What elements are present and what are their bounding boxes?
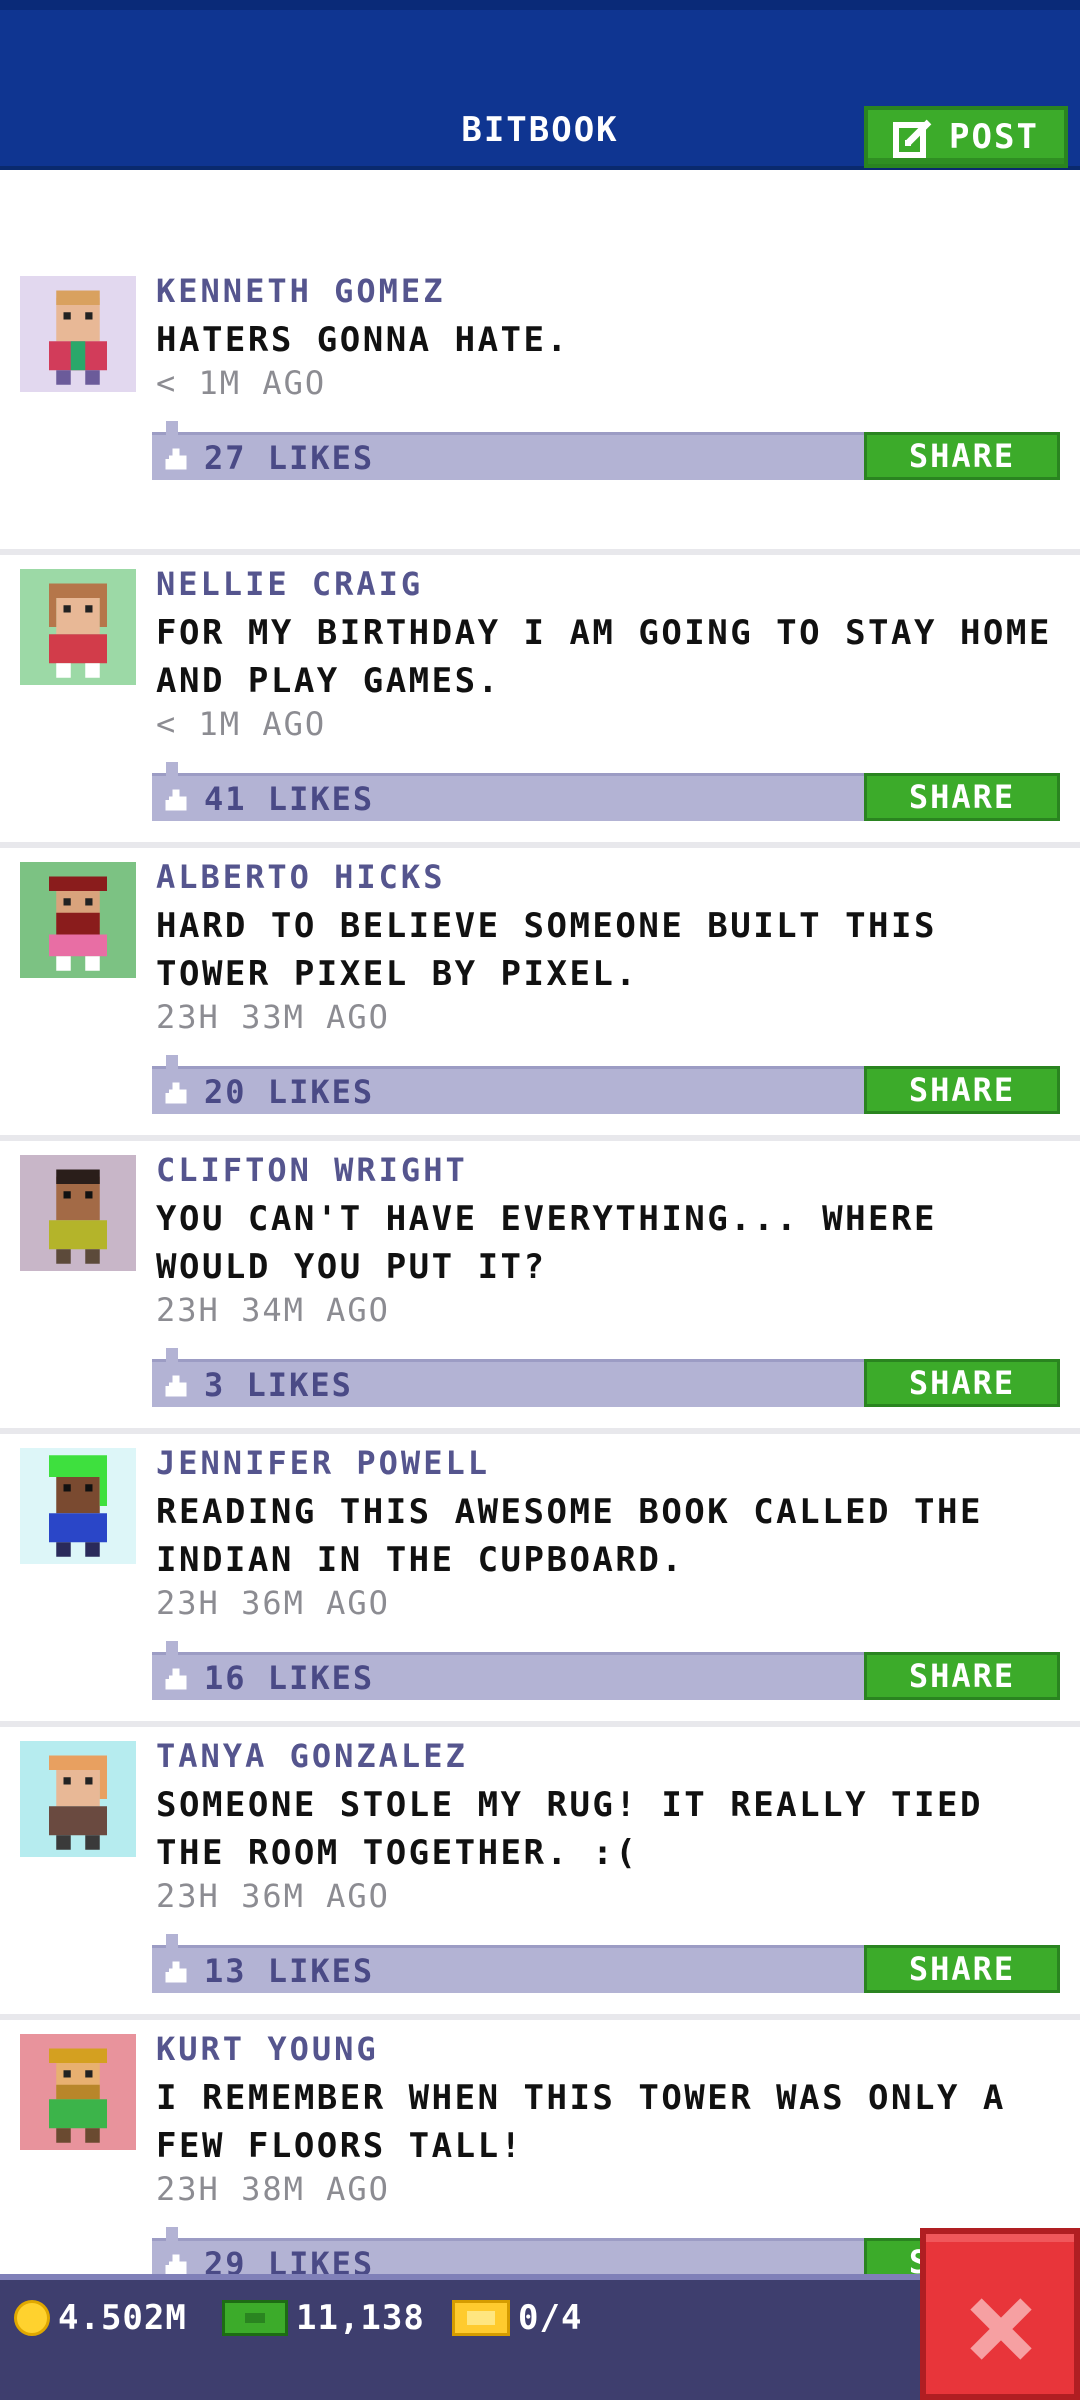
avatar-portrait	[20, 569, 136, 685]
ticket-icon	[452, 2300, 510, 2336]
post-author[interactable]: KURT YOUNG	[156, 2030, 379, 2068]
close-button[interactable]	[920, 2228, 1080, 2400]
avatar[interactable]	[20, 1155, 136, 1271]
post-button[interactable]: POST	[864, 106, 1068, 168]
post-author[interactable]: TANYA GONZALEZ	[156, 1737, 468, 1775]
likes-bar: 20 LIKES SHARE	[152, 1055, 1060, 1114]
likes-bar-tab	[166, 421, 178, 435]
thumbs-up-icon	[165, 448, 187, 470]
thumbs-up-icon	[165, 789, 187, 811]
post-text: HATERS GONNA HATE.	[156, 320, 570, 360]
post-timestamp: < 1M AGO	[156, 705, 327, 743]
post-text: YOU CAN'T HAVE EVERYTHING... WHERE WOULD…	[156, 1199, 937, 1287]
likes-bar: 16 LIKES SHARE	[152, 1641, 1060, 1700]
post-author[interactable]: CLIFTON WRIGHT	[156, 1151, 468, 1189]
likes-count: 41 LIKES	[204, 780, 375, 818]
avatar-portrait	[20, 1448, 136, 1564]
avatar[interactable]	[20, 862, 136, 978]
likes-count: 16 LIKES	[204, 1659, 375, 1697]
post-timestamp: 23H 38M AGO	[156, 2170, 390, 2208]
thumbs-up-icon	[165, 1961, 187, 1983]
feed-post: ALBERTO HICKS HARD TO BELIEVE SOMEONE BU…	[0, 848, 1080, 1141]
avatar[interactable]	[20, 1448, 136, 1564]
avatar-portrait	[20, 1741, 136, 1857]
post-author[interactable]: KENNETH GOMEZ	[156, 272, 445, 310]
likes-bar-tab	[166, 1348, 178, 1362]
post-text: FOR MY BIRTHDAY I AM GOING TO STAY HOME …	[156, 613, 1052, 701]
thumbs-up-icon	[165, 1082, 187, 1104]
share-button[interactable]: SHARE	[864, 1066, 1060, 1114]
bux-icon	[222, 2300, 288, 2336]
share-button[interactable]: SHARE	[864, 432, 1060, 480]
post-timestamp: < 1M AGO	[156, 364, 327, 402]
currency-bar: 4.502M 11,138 0/4	[0, 2274, 1080, 2400]
likes-bar: 41 LIKES SHARE	[152, 762, 1060, 821]
coins-value: 4.502M	[58, 2298, 187, 2338]
coins-stat: 4.502M	[14, 2298, 187, 2338]
share-button[interactable]: SHARE	[864, 773, 1060, 821]
post-button-label: POST	[949, 117, 1039, 157]
edit-icon	[893, 119, 932, 158]
post-timestamp: 23H 36M AGO	[156, 1877, 390, 1915]
avatar-portrait	[20, 276, 136, 392]
avatar[interactable]	[20, 569, 136, 685]
share-button[interactable]: SHARE	[864, 1652, 1060, 1700]
tickets-stat: 0/4	[452, 2298, 582, 2338]
thumbs-up-icon	[165, 1375, 187, 1397]
post-author[interactable]: ALBERTO HICKS	[156, 858, 445, 896]
post-timestamp: 23H 34M AGO	[156, 1291, 390, 1329]
share-button[interactable]: SHARE	[864, 1945, 1060, 1993]
post-timestamp: 23H 33M AGO	[156, 998, 390, 1036]
post-text: READING THIS AWESOME BOOK CALLED THE IND…	[156, 1492, 983, 1580]
feed-post: TANYA GONZALEZ SOMEONE STOLE MY RUG! IT …	[0, 1727, 1080, 2020]
likes-bar-tab	[166, 2227, 178, 2241]
likes-bar-tab	[166, 1934, 178, 1948]
post-text: SOMEONE STOLE MY RUG! IT REALLY TIED THE…	[156, 1785, 983, 1873]
likes-count: 3 LIKES	[204, 1366, 353, 1404]
likes-count: 20 LIKES	[204, 1073, 375, 1111]
likes-bar: 3 LIKES SHARE	[152, 1348, 1060, 1407]
feed-list: KENNETH GOMEZ HATERS GONNA HATE. < 1M AG…	[0, 262, 1080, 2313]
post-text: HARD TO BELIEVE SOMEONE BUILT THIS TOWER…	[156, 906, 937, 994]
post-author[interactable]: NELLIE CRAIG	[156, 565, 423, 603]
avatar-portrait	[20, 862, 136, 978]
coin-icon	[14, 2300, 50, 2336]
thumbs-up-icon	[165, 1668, 187, 1690]
likes-bar-tab	[166, 1055, 178, 1069]
avatar-portrait	[20, 1155, 136, 1271]
bux-stat: 11,138	[222, 2298, 425, 2338]
tickets-value: 0/4	[518, 2298, 583, 2338]
avatar[interactable]	[20, 1741, 136, 1857]
feed-post: NELLIE CRAIG FOR MY BIRTHDAY I AM GOING …	[0, 555, 1080, 848]
post-text: I REMEMBER WHEN THIS TOWER WAS ONLY A FE…	[156, 2078, 1006, 2166]
likes-bar: 27 LIKES SHARE	[152, 421, 1060, 480]
feed-post: CLIFTON WRIGHT YOU CAN'T HAVE EVERYTHING…	[0, 1141, 1080, 1434]
close-icon	[970, 2298, 1032, 2360]
avatar[interactable]	[20, 2034, 136, 2150]
likes-bar-tab	[166, 762, 178, 776]
likes-count: 13 LIKES	[204, 1952, 375, 1990]
avatar-portrait	[20, 2034, 136, 2150]
post-author[interactable]: JENNIFER POWELL	[156, 1444, 490, 1482]
feed-post: KENNETH GOMEZ HATERS GONNA HATE. < 1M AG…	[0, 262, 1080, 555]
feed-post: JENNIFER POWELL READING THIS AWESOME BOO…	[0, 1434, 1080, 1727]
post-timestamp: 23H 36M AGO	[156, 1584, 390, 1622]
likes-count: 27 LIKES	[204, 439, 375, 477]
feed-post: KURT YOUNG I REMEMBER WHEN THIS TOWER WA…	[0, 2020, 1080, 2313]
likes-bar-tab	[166, 1641, 178, 1655]
share-button[interactable]: SHARE	[864, 1359, 1060, 1407]
likes-bar: 13 LIKES SHARE	[152, 1934, 1060, 1993]
app-header: BITBOOK POST	[0, 0, 1080, 170]
avatar[interactable]	[20, 276, 136, 392]
bux-value: 11,138	[296, 2298, 425, 2338]
